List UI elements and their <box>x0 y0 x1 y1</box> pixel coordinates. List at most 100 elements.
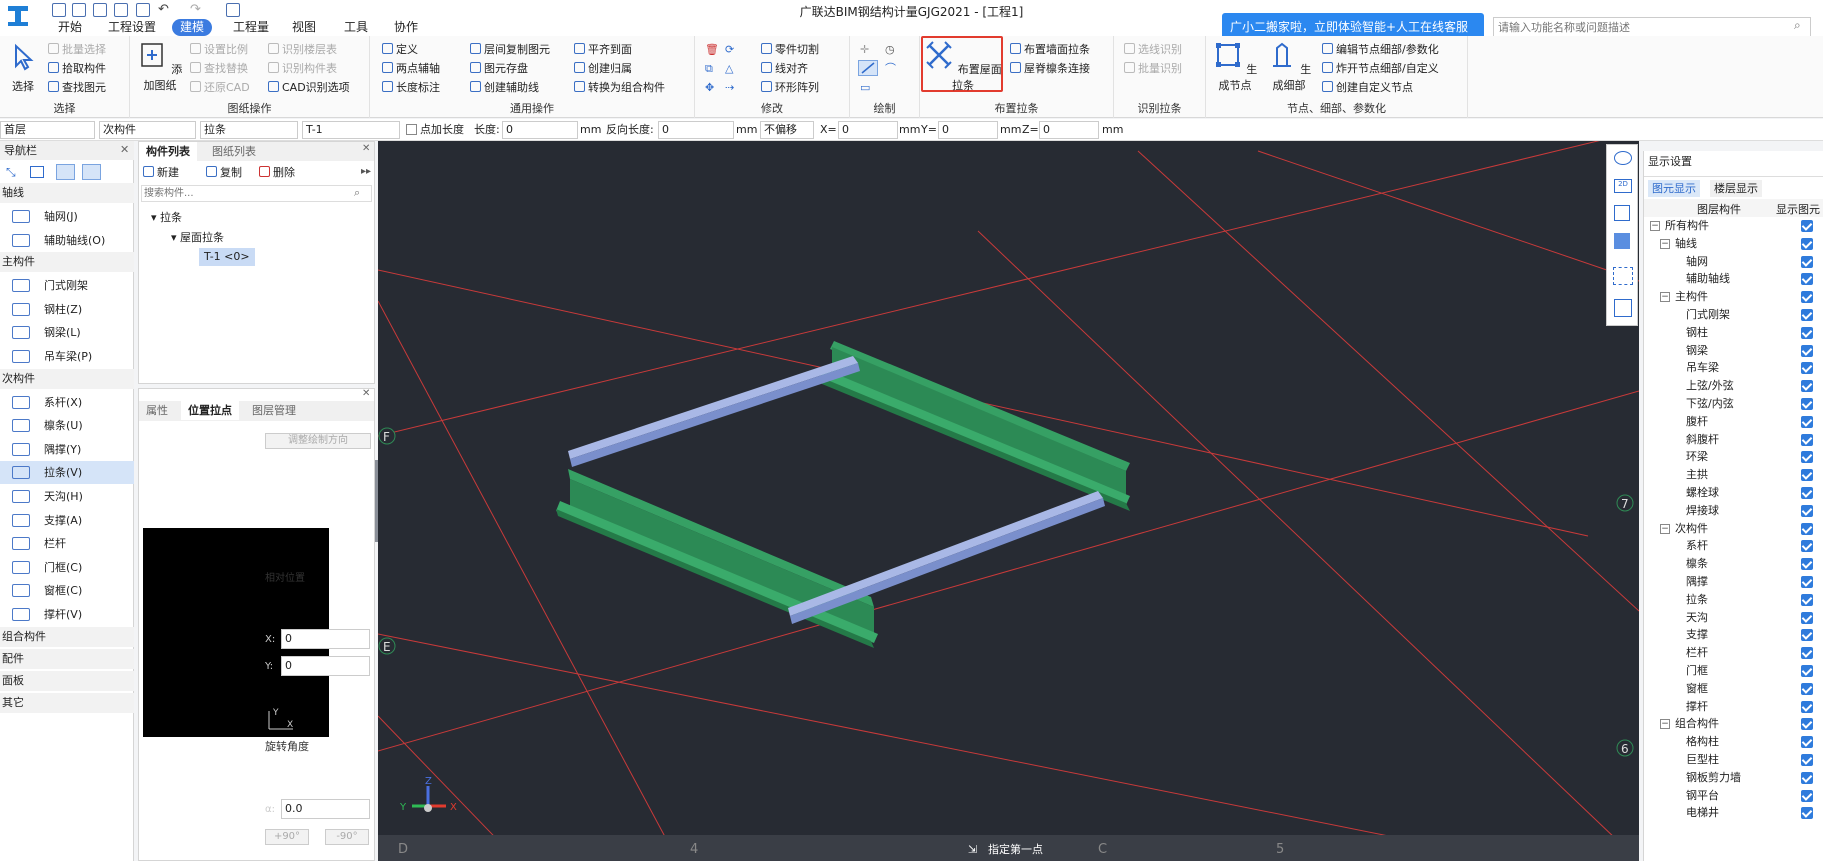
custom-node-button[interactable]: 创建自定义节点 <box>1322 79 1413 96</box>
show-checkbox[interactable] <box>1801 700 1813 713</box>
nav-item[interactable]: 钢柱(Z) <box>0 298 134 321</box>
show-checkbox[interactable] <box>1801 647 1813 660</box>
panel-close-icon[interactable]: ✕ <box>362 143 370 154</box>
show-checkbox[interactable] <box>1801 451 1813 464</box>
ridge-connect-button[interactable]: 屋脊檩条连接 <box>1010 60 1090 77</box>
reverse-length-input[interactable]: 0 <box>658 121 734 139</box>
copy-member-button[interactable]: 复制 <box>206 164 242 181</box>
create-aux-line-button[interactable]: 创建辅助线 <box>470 79 539 96</box>
length-input[interactable]: 0 <box>502 121 578 139</box>
identify-floor-table-button[interactable]: 识别楼层表 <box>268 41 337 58</box>
x-input[interactable]: 0 <box>838 121 898 139</box>
show-checkbox[interactable] <box>1801 665 1813 677</box>
show-checkbox[interactable] <box>1801 576 1813 588</box>
show-checkbox[interactable] <box>1801 771 1813 784</box>
mirror-icon[interactable]: △ <box>725 60 733 77</box>
show-checkbox[interactable] <box>1801 754 1813 766</box>
tab-element-display[interactable]: 图元显示 <box>1648 180 1700 197</box>
solid-view-icon[interactable] <box>1614 233 1630 249</box>
member-search-icon[interactable]: ⌕ <box>354 186 360 200</box>
nav-category[interactable]: 主构件 <box>0 252 134 273</box>
floor-select[interactable]: 首层 <box>0 121 95 139</box>
collapse-icon[interactable]: − <box>1650 221 1660 231</box>
alpha-input[interactable]: 0.0 <box>281 799 370 819</box>
show-checkbox[interactable] <box>1801 433 1813 446</box>
name-select[interactable]: T-1 <box>302 121 400 139</box>
menu-modeling[interactable]: 建模 <box>172 19 213 36</box>
layer-view-icon[interactable] <box>1614 299 1632 317</box>
show-checkbox[interactable] <box>1801 362 1813 375</box>
batch-select-button[interactable]: 批量选择 <box>48 41 106 58</box>
new-member-button[interactable]: 新建 <box>143 164 179 181</box>
restore-cad-button[interactable]: 还原CAD <box>190 79 250 96</box>
steel-beam-right[interactable] <box>820 341 1130 511</box>
show-checkbox[interactable] <box>1801 398 1813 410</box>
nav-item[interactable]: 支撑(A) <box>0 509 134 532</box>
show-checkbox[interactable] <box>1801 291 1813 304</box>
tab-layer[interactable]: 图层管理 <box>245 401 303 420</box>
part-cut-button[interactable]: 零件切割 <box>761 41 819 58</box>
offset-select[interactable]: 不偏移 <box>760 121 814 139</box>
show-checkbox[interactable] <box>1801 682 1813 695</box>
nav-category[interactable]: 配件 <box>0 648 134 669</box>
tree-node-roof-tie[interactable]: ▾ 屋面拉条 <box>171 229 224 245</box>
select-button[interactable]: 选择 <box>6 42 40 94</box>
show-checkbox[interactable] <box>1801 629 1813 642</box>
orbit-icon[interactable] <box>1614 151 1632 165</box>
search-icon[interactable]: ⌕ <box>1794 18 1801 33</box>
find-element-button[interactable]: 查找图元 <box>48 79 106 96</box>
pick-member-button[interactable]: 拾取构件 <box>48 60 106 77</box>
pin-icon[interactable]: ⤡ <box>6 165 16 180</box>
show-checkbox[interactable] <box>1801 309 1813 321</box>
add-length-checkbox[interactable] <box>406 124 417 135</box>
cad-options-button[interactable]: CAD识别选项 <box>268 79 350 96</box>
nav-category[interactable]: 轴线 <box>0 183 134 203</box>
close-icon[interactable]: ✕ <box>120 143 129 156</box>
show-checkbox[interactable] <box>1801 540 1813 553</box>
set-scale-button[interactable]: 设置比例 <box>190 41 248 58</box>
clock-icon[interactable]: ◷ <box>885 41 895 58</box>
nav-item[interactable]: 辅助轴线(O) <box>0 229 134 252</box>
show-checkbox[interactable] <box>1801 718 1813 731</box>
rotate-icon[interactable]: ⟳ <box>725 41 734 58</box>
menu-view[interactable]: 视图 <box>284 19 324 36</box>
show-checkbox[interactable] <box>1801 255 1813 268</box>
detail-view-icon[interactable] <box>82 164 101 180</box>
move-icon[interactable]: ✥ <box>705 79 714 96</box>
member-search-input[interactable] <box>141 185 372 202</box>
rel-y-input[interactable]: 0 <box>281 656 370 676</box>
show-checkbox[interactable] <box>1801 558 1813 571</box>
plus90-button[interactable]: +90° <box>265 829 309 845</box>
nav-item[interactable]: 钢梁(L) <box>0 321 134 344</box>
collapse-icon[interactable]: − <box>1660 238 1670 249</box>
nav-item[interactable]: 门式刚架 <box>0 274 134 297</box>
grid-view-icon[interactable] <box>30 166 44 178</box>
show-checkbox[interactable] <box>1801 807 1813 820</box>
cube-view-icon[interactable] <box>1614 205 1630 221</box>
member-select[interactable]: 拉条 <box>200 121 298 139</box>
add-drawing-button[interactable]: 添加图纸 <box>134 40 186 93</box>
menu-tools[interactable]: 工具 <box>336 19 376 36</box>
collapse-icon[interactable]: − <box>1660 719 1670 730</box>
more-icon[interactable]: ▸▸ <box>361 166 371 177</box>
tab-position[interactable]: 位置拉点 <box>181 401 239 420</box>
explode-node-button[interactable]: 炸开节点细部/自定义 <box>1322 60 1439 77</box>
nav-item[interactable]: 窗框(C) <box>0 579 134 602</box>
find-replace-button[interactable]: 查找替换 <box>190 60 248 77</box>
show-checkbox[interactable] <box>1801 487 1813 499</box>
nav-item[interactable]: 拉条(V) <box>0 461 134 485</box>
show-checkbox[interactable] <box>1801 504 1813 517</box>
flush-face-button[interactable]: 平齐到面 <box>574 41 632 58</box>
show-checkbox[interactable] <box>1801 273 1813 286</box>
show-checkbox[interactable] <box>1801 326 1813 339</box>
define-button[interactable]: 定义 <box>382 41 418 58</box>
convert-combo-button[interactable]: 转换为组合构件 <box>574 79 665 96</box>
nav-item[interactable]: 栏杆 <box>0 532 134 555</box>
tab-floor-display[interactable]: 楼层显示 <box>1710 180 1762 197</box>
nav-item[interactable]: 檩条(U) <box>0 414 134 437</box>
nav-item[interactable]: 撑杆(V) <box>0 603 134 626</box>
generate-node-button[interactable]: 生成节点 <box>1210 40 1260 93</box>
show-checkbox[interactable] <box>1801 380 1813 393</box>
y-input[interactable]: 0 <box>938 121 998 139</box>
steel-beam-left[interactable] <box>556 469 878 648</box>
